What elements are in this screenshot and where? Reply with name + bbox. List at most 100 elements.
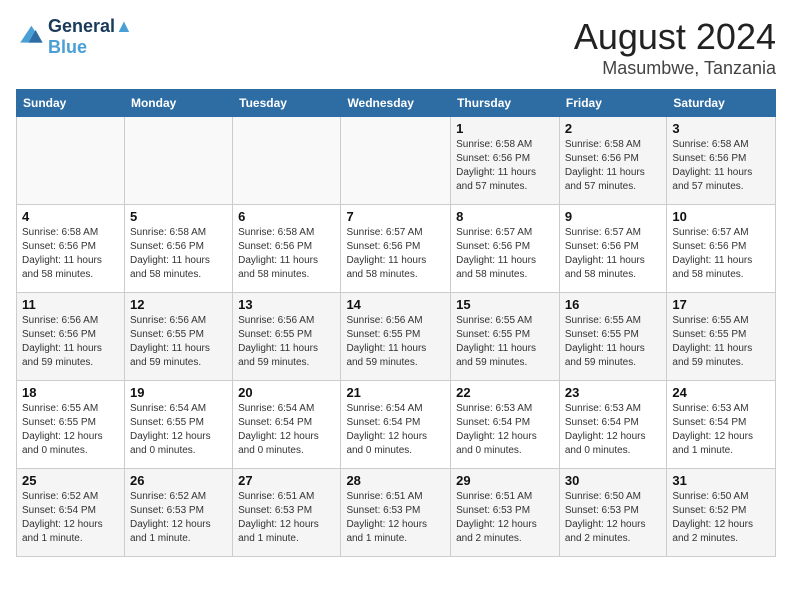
- day-detail: Sunrise: 6:55 AM Sunset: 6:55 PM Dayligh…: [456, 314, 554, 370]
- calendar-cell: 25 Sunrise: 6:52 AM Sunset: 6:54 PM Dayli…: [17, 469, 125, 557]
- location-title: Masumbwe, Tanzania: [574, 58, 776, 79]
- calendar-cell: [124, 117, 232, 205]
- calendar-cell: [233, 117, 341, 205]
- day-number: 23: [565, 385, 662, 400]
- day-number: 11: [22, 297, 119, 312]
- calendar-cell: 27 Sunrise: 6:51 AM Sunset: 6:53 PM Dayli…: [233, 469, 341, 557]
- calendar-table: SundayMondayTuesdayWednesdayThursdayFrid…: [16, 89, 776, 557]
- day-number: 10: [672, 209, 770, 224]
- day-detail: Sunrise: 6:52 AM Sunset: 6:54 PM Dayligh…: [22, 490, 119, 546]
- calendar-cell: 15 Sunrise: 6:55 AM Sunset: 6:55 PM Dayli…: [451, 293, 560, 381]
- calendar-cell: [341, 117, 451, 205]
- day-detail: Sunrise: 6:55 AM Sunset: 6:55 PM Dayligh…: [672, 314, 770, 370]
- logo-icon: [16, 23, 44, 51]
- day-detail: Sunrise: 6:53 AM Sunset: 6:54 PM Dayligh…: [456, 402, 554, 458]
- day-detail: Sunrise: 6:57 AM Sunset: 6:56 PM Dayligh…: [346, 226, 445, 282]
- calendar-cell: 20Sunrise: 6:54 AM Sunset: 6:54 PM Dayli…: [233, 381, 341, 469]
- logo-text: General▲ Blue: [48, 16, 133, 58]
- day-detail: Sunrise: 6:54 AM Sunset: 6:55 PM Dayligh…: [130, 402, 227, 458]
- day-detail: Sunrise: 6:51 AM Sunset: 6:53 PM Dayligh…: [456, 490, 554, 546]
- day-detail: Sunrise: 6:50 AM Sunset: 6:53 PM Dayligh…: [565, 490, 662, 546]
- day-number: 15: [456, 297, 554, 312]
- day-number: 17: [672, 297, 770, 312]
- calendar-week-row: 1 Sunrise: 6:58 AM Sunset: 6:56 PM Daylig…: [17, 117, 776, 205]
- day-detail: Sunrise: 6:54 AM Sunset: 6:54 PM Dayligh…: [238, 402, 335, 458]
- weekday-header-sunday: Sunday: [17, 90, 125, 117]
- calendar-cell: 16 Sunrise: 6:55 AM Sunset: 6:55 PM Dayli…: [559, 293, 667, 381]
- day-number: 2: [565, 121, 662, 136]
- day-detail: Sunrise: 6:58 AM Sunset: 6:56 PM Dayligh…: [565, 138, 662, 194]
- weekday-header-saturday: Saturday: [667, 90, 776, 117]
- day-detail: Sunrise: 6:54 AM Sunset: 6:54 PM Dayligh…: [346, 402, 445, 458]
- weekday-header-row: SundayMondayTuesdayWednesdayThursdayFrid…: [17, 90, 776, 117]
- day-detail: Sunrise: 6:56 AM Sunset: 6:55 PM Dayligh…: [130, 314, 227, 370]
- day-detail: Sunrise: 6:53 AM Sunset: 6:54 PM Dayligh…: [565, 402, 662, 458]
- day-number: 3: [672, 121, 770, 136]
- day-detail: Sunrise: 6:51 AM Sunset: 6:53 PM Dayligh…: [346, 490, 445, 546]
- day-detail: Sunrise: 6:51 AM Sunset: 6:53 PM Dayligh…: [238, 490, 335, 546]
- calendar-cell: 14Sunrise: 6:56 AM Sunset: 6:55 PM Dayli…: [341, 293, 451, 381]
- day-number: 13: [238, 297, 335, 312]
- day-detail: Sunrise: 6:58 AM Sunset: 6:56 PM Dayligh…: [456, 138, 554, 194]
- day-detail: Sunrise: 6:57 AM Sunset: 6:56 PM Dayligh…: [565, 226, 662, 282]
- calendar-week-row: 4 Sunrise: 6:58 AM Sunset: 6:56 PM Daylig…: [17, 205, 776, 293]
- calendar-cell: 12 Sunrise: 6:56 AM Sunset: 6:55 PM Dayli…: [124, 293, 232, 381]
- weekday-header-monday: Monday: [124, 90, 232, 117]
- calendar-cell: 2 Sunrise: 6:58 AM Sunset: 6:56 PM Daylig…: [559, 117, 667, 205]
- day-number: 22: [456, 385, 554, 400]
- weekday-header-tuesday: Tuesday: [233, 90, 341, 117]
- calendar-cell: 8 Sunrise: 6:57 AM Sunset: 6:56 PM Daylig…: [451, 205, 560, 293]
- calendar-week-row: 11Sunrise: 6:56 AM Sunset: 6:56 PM Dayli…: [17, 293, 776, 381]
- day-number: 14: [346, 297, 445, 312]
- calendar-cell: 26 Sunrise: 6:52 AM Sunset: 6:53 PM Dayli…: [124, 469, 232, 557]
- day-detail: Sunrise: 6:53 AM Sunset: 6:54 PM Dayligh…: [672, 402, 770, 458]
- day-detail: Sunrise: 6:57 AM Sunset: 6:56 PM Dayligh…: [672, 226, 770, 282]
- day-number: 16: [565, 297, 662, 312]
- calendar-cell: 23 Sunrise: 6:53 AM Sunset: 6:54 PM Dayli…: [559, 381, 667, 469]
- day-number: 24: [672, 385, 770, 400]
- calendar-cell: 7 Sunrise: 6:57 AM Sunset: 6:56 PM Daylig…: [341, 205, 451, 293]
- day-detail: Sunrise: 6:57 AM Sunset: 6:56 PM Dayligh…: [456, 226, 554, 282]
- day-number: 6: [238, 209, 335, 224]
- day-detail: Sunrise: 6:58 AM Sunset: 6:56 PM Dayligh…: [238, 226, 335, 282]
- calendar-cell: 11Sunrise: 6:56 AM Sunset: 6:56 PM Dayli…: [17, 293, 125, 381]
- day-number: 8: [456, 209, 554, 224]
- day-number: 26: [130, 473, 227, 488]
- day-detail: Sunrise: 6:52 AM Sunset: 6:53 PM Dayligh…: [130, 490, 227, 546]
- day-number: 4: [22, 209, 119, 224]
- calendar-cell: 3 Sunrise: 6:58 AM Sunset: 6:56 PM Daylig…: [667, 117, 776, 205]
- title-block: August 2024 Masumbwe, Tanzania: [574, 16, 776, 79]
- day-number: 7: [346, 209, 445, 224]
- day-number: 31: [672, 473, 770, 488]
- calendar-week-row: 18Sunrise: 6:55 AM Sunset: 6:55 PM Dayli…: [17, 381, 776, 469]
- calendar-cell: 29Sunrise: 6:51 AM Sunset: 6:53 PM Dayli…: [451, 469, 560, 557]
- day-number: 28: [346, 473, 445, 488]
- calendar-cell: 31Sunrise: 6:50 AM Sunset: 6:52 PM Dayli…: [667, 469, 776, 557]
- calendar-cell: 18Sunrise: 6:55 AM Sunset: 6:55 PM Dayli…: [17, 381, 125, 469]
- calendar-cell: 21 Sunrise: 6:54 AM Sunset: 6:54 PM Dayli…: [341, 381, 451, 469]
- day-number: 25: [22, 473, 119, 488]
- calendar-cell: [17, 117, 125, 205]
- weekday-header-wednesday: Wednesday: [341, 90, 451, 117]
- day-detail: Sunrise: 6:58 AM Sunset: 6:56 PM Dayligh…: [22, 226, 119, 282]
- calendar-cell: 19Sunrise: 6:54 AM Sunset: 6:55 PM Dayli…: [124, 381, 232, 469]
- calendar-cell: 5 Sunrise: 6:58 AM Sunset: 6:56 PM Daylig…: [124, 205, 232, 293]
- day-number: 27: [238, 473, 335, 488]
- day-detail: Sunrise: 6:58 AM Sunset: 6:56 PM Dayligh…: [672, 138, 770, 194]
- day-detail: Sunrise: 6:58 AM Sunset: 6:56 PM Dayligh…: [130, 226, 227, 282]
- day-number: 21: [346, 385, 445, 400]
- logo: General▲ Blue: [16, 16, 133, 58]
- weekday-header-friday: Friday: [559, 90, 667, 117]
- day-number: 5: [130, 209, 227, 224]
- day-number: 1: [456, 121, 554, 136]
- month-title: August 2024: [574, 16, 776, 58]
- day-number: 12: [130, 297, 227, 312]
- day-detail: Sunrise: 6:56 AM Sunset: 6:55 PM Dayligh…: [238, 314, 335, 370]
- calendar-cell: 9Sunrise: 6:57 AM Sunset: 6:56 PM Daylig…: [559, 205, 667, 293]
- calendar-cell: 22 Sunrise: 6:53 AM Sunset: 6:54 PM Dayli…: [451, 381, 560, 469]
- day-detail: Sunrise: 6:55 AM Sunset: 6:55 PM Dayligh…: [565, 314, 662, 370]
- calendar-cell: 24 Sunrise: 6:53 AM Sunset: 6:54 PM Dayli…: [667, 381, 776, 469]
- calendar-cell: 28 Sunrise: 6:51 AM Sunset: 6:53 PM Dayli…: [341, 469, 451, 557]
- calendar-cell: 1 Sunrise: 6:58 AM Sunset: 6:56 PM Daylig…: [451, 117, 560, 205]
- calendar-cell: 30Sunrise: 6:50 AM Sunset: 6:53 PM Dayli…: [559, 469, 667, 557]
